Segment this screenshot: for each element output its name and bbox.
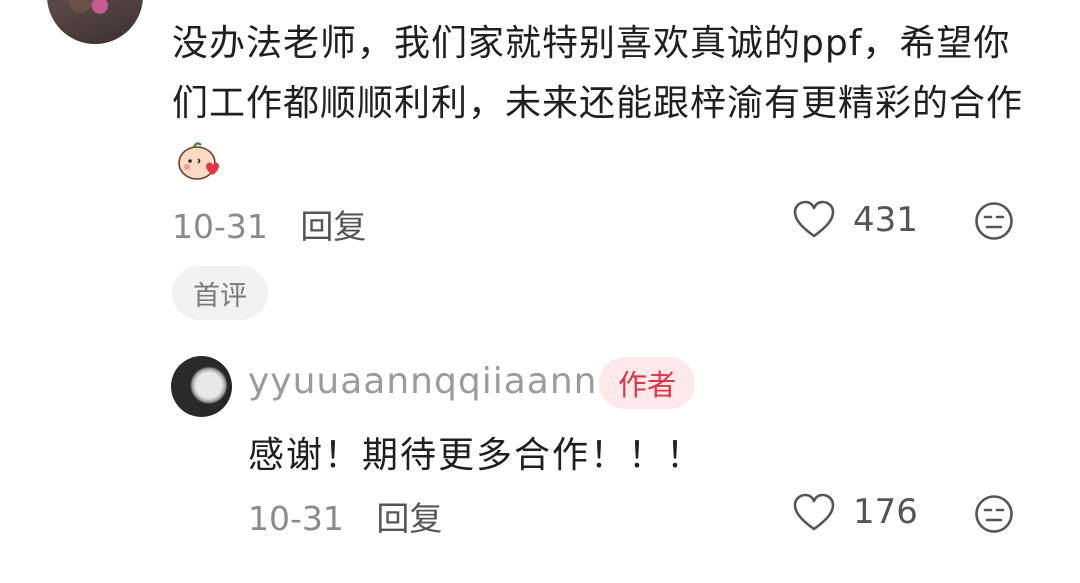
reply-button[interactable]: 回复 bbox=[300, 207, 366, 246]
author-badge: 作者 bbox=[599, 357, 695, 409]
comment-body: 没办法老师，我们家就特别喜欢真诚的ppf，希望你们工作都顺顺利利，未来还能跟梓渝… bbox=[172, 14, 1042, 200]
first-comment-badge: 首评 bbox=[172, 266, 268, 320]
comment-meta: 10-31 回复 bbox=[172, 200, 366, 248]
reply-username[interactable]: yyuuaannqqiiaann bbox=[248, 361, 597, 402]
author-avatar[interactable] bbox=[171, 356, 232, 417]
reply-meta: 10-31 回复 bbox=[248, 492, 442, 540]
reply-like-icon[interactable] bbox=[792, 493, 836, 537]
meh-face-icon bbox=[975, 202, 1013, 240]
heart-outline-icon bbox=[793, 200, 835, 238]
reply-dislike-icon[interactable] bbox=[974, 494, 1014, 538]
heart-outline-icon bbox=[793, 493, 835, 531]
reply-date: 10-31 bbox=[248, 499, 344, 538]
comment-date: 10-31 bbox=[172, 207, 268, 246]
like-icon[interactable] bbox=[792, 200, 836, 244]
like-count: 431 bbox=[853, 200, 918, 240]
commenter-avatar[interactable] bbox=[47, 0, 143, 44]
comment-text: 没办法老师，我们家就特别喜欢真诚的ppf，希望你们工作都顺顺利利，未来还能跟梓渝… bbox=[172, 23, 1024, 124]
reply-body: 感谢！期待更多合作！！！ bbox=[248, 435, 705, 476]
meh-face-icon bbox=[975, 495, 1013, 533]
reply-reply-button[interactable]: 回复 bbox=[376, 499, 442, 538]
dislike-icon[interactable] bbox=[974, 201, 1014, 245]
blush-kiss-emoji-icon bbox=[176, 139, 222, 200]
reply-like-count: 176 bbox=[853, 492, 918, 532]
